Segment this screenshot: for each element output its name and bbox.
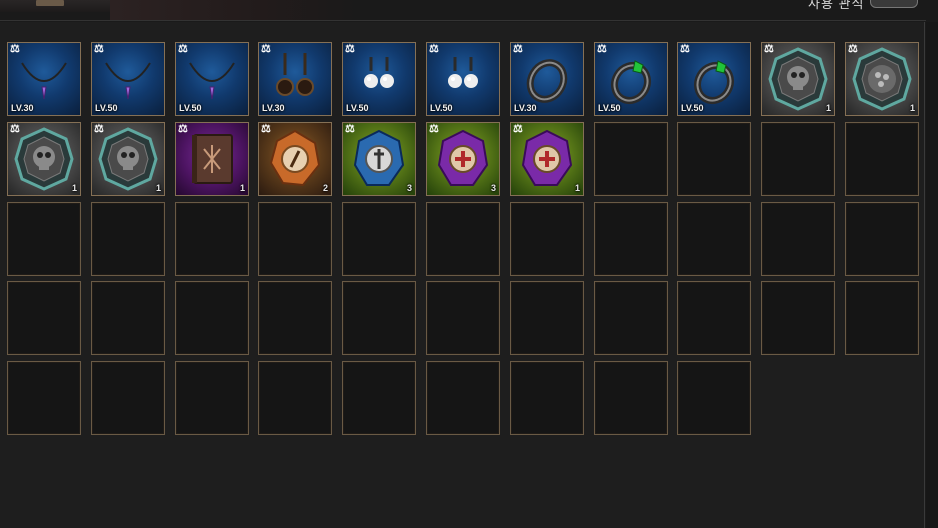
- empty-slot[interactable]: [342, 281, 416, 355]
- item-quantity: 1: [574, 183, 580, 193]
- empty-slot[interactable]: [510, 202, 584, 276]
- slot-item-necklace[interactable]: ⚖ LV.30: [7, 42, 81, 116]
- item-quantity: 1: [825, 103, 831, 113]
- empty-slot[interactable]: [7, 361, 81, 435]
- slot-item-necklace[interactable]: ⚖ LV.50: [175, 42, 249, 116]
- trade-lock-icon: ⚖: [513, 43, 523, 55]
- item-quantity: 3: [490, 183, 496, 193]
- empty-slot[interactable]: [761, 122, 835, 196]
- trade-lock-icon: ⚖: [10, 123, 20, 135]
- trade-lock-icon: ⚖: [261, 123, 271, 135]
- trade-lock-icon: ⚖: [513, 123, 523, 135]
- empty-slot[interactable]: [175, 202, 249, 276]
- empty-slot[interactable]: [761, 202, 835, 276]
- item-level: LV.50: [430, 103, 453, 113]
- slot-item-necklace[interactable]: ⚖ LV.50: [91, 42, 165, 116]
- empty-slot[interactable]: [426, 281, 500, 355]
- slot-item-crystal[interactable]: ⚖ 1: [510, 122, 584, 196]
- slot-item-ring[interactable]: ⚖ LV.50: [594, 42, 668, 116]
- item-quantity: 3: [406, 183, 412, 193]
- toggle-switch[interactable]: [870, 0, 918, 8]
- empty-slot[interactable]: [426, 202, 500, 276]
- trade-lock-icon: ⚖: [178, 43, 188, 55]
- empty-slot[interactable]: [594, 361, 668, 435]
- item-level: LV.30: [514, 103, 537, 113]
- slot-item-ring[interactable]: ⚖ LV.50: [677, 42, 751, 116]
- trade-lock-icon: ⚖: [680, 43, 690, 55]
- top-bar-banner: [110, 0, 360, 20]
- trade-lock-icon: ⚖: [345, 43, 355, 55]
- empty-slot[interactable]: [677, 202, 751, 276]
- empty-slot[interactable]: [594, 202, 668, 276]
- slot-item-crystal[interactable]: ⚖ 3: [426, 122, 500, 196]
- trade-lock-icon: ⚖: [94, 123, 104, 135]
- item-level: LV.50: [95, 103, 118, 113]
- trade-lock-icon: ⚖: [429, 43, 439, 55]
- slot-item-relic[interactable]: ⚖ 1: [7, 122, 81, 196]
- empty-slot[interactable]: [342, 202, 416, 276]
- top-tab[interactable]: [0, 0, 111, 12]
- empty-slot[interactable]: [510, 361, 584, 435]
- trade-lock-icon: ⚖: [10, 43, 20, 55]
- divider: [0, 20, 926, 21]
- empty-slot[interactable]: [258, 202, 332, 276]
- toggle-label: 사용 관식: [808, 0, 865, 11]
- slot-item-relic[interactable]: ⚖ 1: [761, 42, 835, 116]
- slot-item-crystal[interactable]: ⚖ 2: [258, 122, 332, 196]
- top-bar: 사용 관식: [0, 0, 938, 22]
- tab-icon: [36, 0, 64, 6]
- slot-item-ring[interactable]: ⚖ LV.30: [510, 42, 584, 116]
- item-level: LV.50: [681, 103, 704, 113]
- empty-slot[interactable]: [594, 122, 668, 196]
- empty-slot[interactable]: [510, 281, 584, 355]
- item-level: LV.50: [346, 103, 369, 113]
- empty-slot[interactable]: [91, 202, 165, 276]
- item-quantity: 1: [155, 183, 161, 193]
- trade-lock-icon: ⚖: [764, 43, 774, 55]
- empty-slot[interactable]: [7, 281, 81, 355]
- empty-slot[interactable]: [677, 122, 751, 196]
- empty-slot[interactable]: [594, 281, 668, 355]
- trade-lock-icon: ⚖: [848, 43, 858, 55]
- item-quantity: 1: [909, 103, 915, 113]
- slot-item-book[interactable]: ⚖ 1: [175, 122, 249, 196]
- slot-item-earring[interactable]: ⚖ LV.50: [342, 42, 416, 116]
- empty-slot[interactable]: [845, 122, 919, 196]
- empty-slot[interactable]: [342, 361, 416, 435]
- empty-slot[interactable]: [426, 361, 500, 435]
- empty-slot[interactable]: [175, 281, 249, 355]
- trade-lock-icon: ⚖: [178, 123, 188, 135]
- trade-lock-icon: ⚖: [94, 43, 104, 55]
- item-quantity: 2: [322, 183, 328, 193]
- empty-slot[interactable]: [677, 281, 751, 355]
- slot-item-earring[interactable]: ⚖ LV.30: [258, 42, 332, 116]
- slot-item-relic[interactable]: ⚖ 1: [91, 122, 165, 196]
- slot-item-earring[interactable]: ⚖ LV.50: [426, 42, 500, 116]
- slot-item-crystal[interactable]: ⚖ 3: [342, 122, 416, 196]
- scrollbar-track[interactable]: [926, 22, 938, 528]
- empty-slot[interactable]: [677, 361, 751, 435]
- empty-slot[interactable]: [175, 361, 249, 435]
- item-level: LV.30: [11, 103, 34, 113]
- empty-slot[interactable]: [845, 202, 919, 276]
- trade-lock-icon: ⚖: [345, 123, 355, 135]
- empty-slot[interactable]: [91, 361, 165, 435]
- trade-lock-icon: ⚖: [261, 43, 271, 55]
- slot-item-relic[interactable]: ⚖ 1: [845, 42, 919, 116]
- item-level: LV.50: [179, 103, 202, 113]
- item-level: LV.50: [598, 103, 621, 113]
- trade-lock-icon: ⚖: [597, 43, 607, 55]
- empty-slot[interactable]: [845, 281, 919, 355]
- empty-slot[interactable]: [258, 281, 332, 355]
- empty-slot[interactable]: [91, 281, 165, 355]
- item-quantity: 1: [71, 183, 77, 193]
- item-quantity: 1: [239, 183, 245, 193]
- item-level: LV.30: [262, 103, 285, 113]
- trade-lock-icon: ⚖: [429, 123, 439, 135]
- empty-slot[interactable]: [258, 361, 332, 435]
- empty-slot[interactable]: [761, 281, 835, 355]
- empty-slot[interactable]: [7, 202, 81, 276]
